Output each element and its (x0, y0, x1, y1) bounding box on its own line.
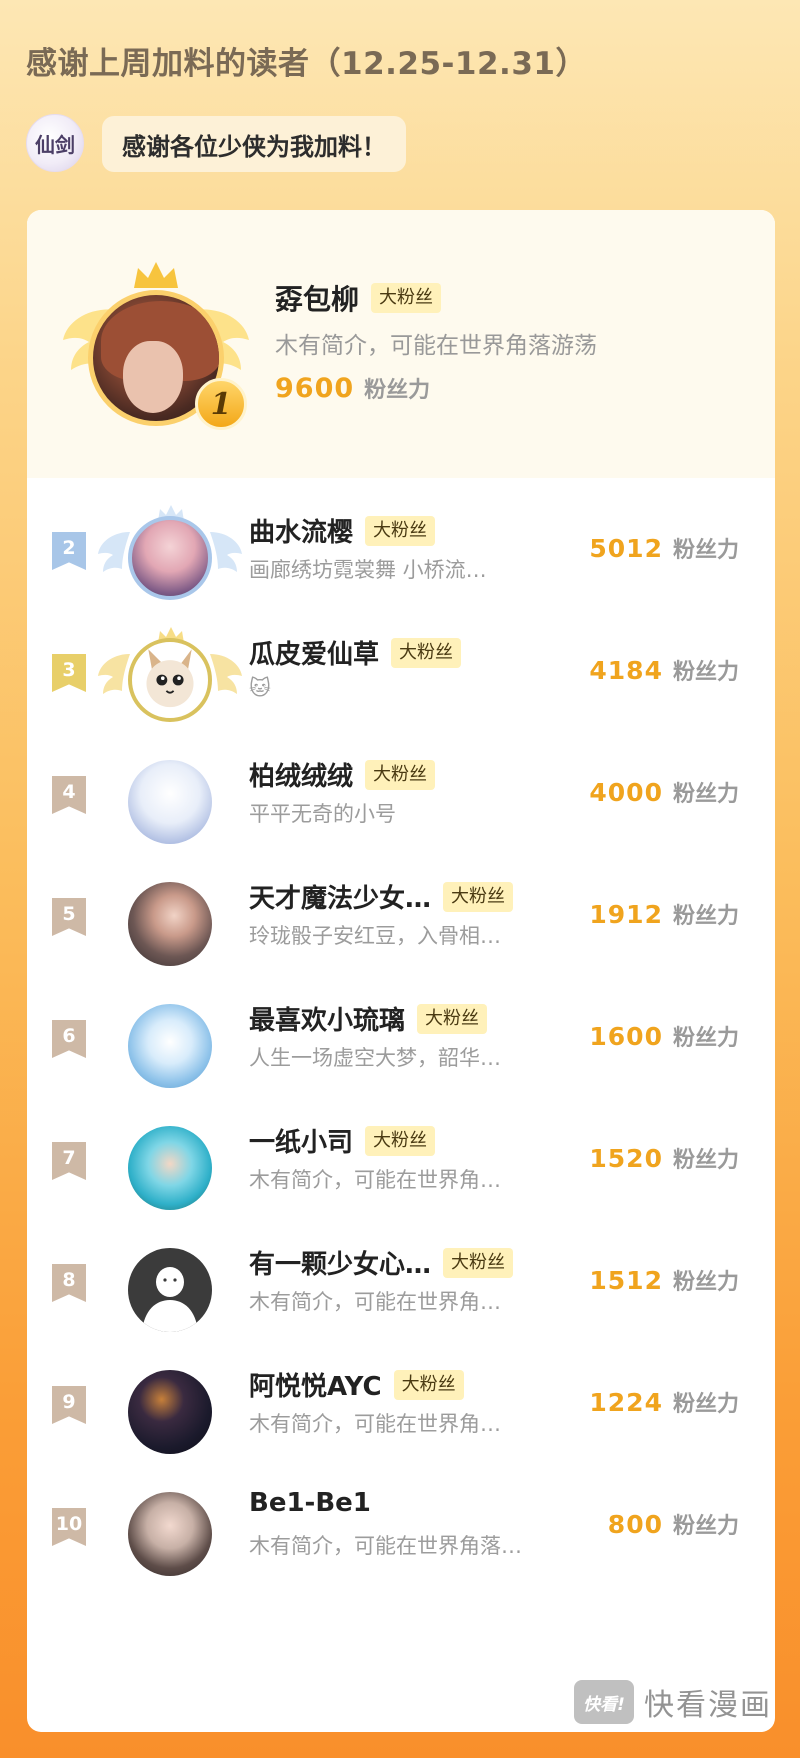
reader-score: 1512 (589, 1266, 663, 1295)
avatar[interactable] (128, 1248, 212, 1332)
greeting-row: 仙剑 感谢各位少侠为我加料！ (26, 112, 486, 172)
fan-level-badge: 大粉丝 (371, 283, 442, 313)
reader-bio: 🐱 (249, 676, 271, 700)
list-item-rank-7[interactable]: 7 一纸小司 大粉丝 木有简介，可能在世界角… 1520 粉丝力 (27, 1102, 775, 1224)
avatar[interactable] (128, 1492, 212, 1576)
right-wing-icon (210, 532, 242, 572)
left-wing-icon (98, 654, 130, 694)
top-reader-bio: 木有简介，可能在世界角落游荡 (275, 333, 597, 359)
rank-1-badge: 1 (195, 378, 247, 430)
crown-icon (134, 262, 178, 288)
avatar[interactable] (128, 882, 212, 966)
reader-score: 1520 (589, 1144, 663, 1173)
cat-avatar-icon (146, 649, 194, 708)
avatar[interactable] (128, 638, 212, 722)
reader-name[interactable]: 最喜欢小琉璃 (249, 1000, 405, 1037)
reader-bio: 画廊绣坊霓裳舞 小桥流… (249, 558, 487, 582)
rank-flag: 7 (52, 1142, 86, 1180)
top-reader-name[interactable]: 孬包柳 (275, 278, 359, 318)
reader-score: 1224 (589, 1388, 663, 1417)
avatar[interactable] (128, 1370, 212, 1454)
fan-level-badge: 大粉丝 (443, 881, 514, 912)
score-unit: 粉丝力 (672, 660, 739, 685)
reader-score: 5012 (589, 534, 663, 563)
reader-name[interactable]: 天才魔法少女… (249, 878, 431, 915)
reader-score: 1600 (589, 1022, 663, 1051)
list-item-rank-5[interactable]: 5 天才魔法少女… 大粉丝 玲珑骰子安红豆，入骨相… 1912 粉丝力 (27, 858, 775, 980)
reader-bio: 木有简介，可能在世界角落… (249, 1534, 522, 1558)
reader-name[interactable]: 一纸小司 (249, 1122, 353, 1159)
default-user-icon (142, 1267, 198, 1332)
list-item-rank-2[interactable]: 2 曲水流樱 大粉丝 画廊绣坊霓裳舞 小桥流… 5012 粉丝力 (27, 492, 775, 614)
score-unit: 粉丝力 (672, 1514, 739, 1539)
reader-name[interactable]: 柏绒绒绒 (249, 756, 353, 793)
fan-level-badge: 大粉丝 (393, 1369, 464, 1400)
fan-level-badge: 大粉丝 (417, 1003, 488, 1034)
author-logo[interactable]: 仙剑 (26, 114, 84, 172)
watermark: 快看! 快看漫画 (574, 1680, 772, 1724)
score-unit: 粉丝力 (364, 378, 431, 403)
score-unit: 粉丝力 (672, 1026, 739, 1051)
reader-score: 4184 (589, 656, 663, 685)
right-wing-icon (210, 654, 242, 694)
rank-flag: 4 (52, 776, 86, 814)
reader-score: 800 (607, 1510, 663, 1539)
list-item-rank-10[interactable]: 10 Be1-Be1 木有简介，可能在世界角落… 800 粉丝力 (27, 1468, 775, 1590)
rank-flag: 2 (52, 532, 86, 570)
list-item-rank-6[interactable]: 6 最喜欢小琉璃 大粉丝 人生一场虚空大梦，韶华… 1600 粉丝力 (27, 980, 775, 1102)
rank-flag: 6 (52, 1020, 86, 1058)
score-unit: 粉丝力 (672, 1270, 739, 1295)
left-wing-icon (98, 532, 130, 572)
fan-level-badge: 大粉丝 (391, 637, 462, 668)
score-unit: 粉丝力 (672, 782, 739, 807)
score-unit: 粉丝力 (672, 1148, 739, 1173)
score-unit: 粉丝力 (672, 538, 739, 563)
list-item-rank-3[interactable]: 3 瓜皮爱仙草 大粉丝 🐱 4184 粉丝力 (27, 614, 775, 736)
list-item-rank-8[interactable]: 8 有一颗少女心… 大粉丝 木有简介，可能在世界角… 1512 粉丝力 (27, 1224, 775, 1346)
reader-score: 4000 (589, 778, 663, 807)
avatar[interactable] (128, 1004, 212, 1088)
avatar[interactable] (128, 760, 212, 844)
leaderboard-card: 1 孬包柳 大粉丝 木有简介，可能在世界角落游荡 9600 粉丝力 2 曲水流樱… (27, 210, 775, 1732)
reader-bio: 木有简介，可能在世界角… (249, 1168, 501, 1192)
reader-name[interactable]: 有一颗少女心… (249, 1244, 431, 1281)
reader-bio: 木有简介，可能在世界角… (249, 1412, 501, 1436)
rank-flag: 10 (52, 1508, 86, 1546)
reader-name[interactable]: 曲水流樱 (249, 512, 353, 549)
score-unit: 粉丝力 (672, 904, 739, 929)
avatar[interactable] (128, 516, 212, 600)
top-reader-section[interactable]: 1 孬包柳 大粉丝 木有简介，可能在世界角落游荡 9600 粉丝力 (27, 210, 775, 478)
fan-level-badge: 大粉丝 (365, 515, 436, 546)
reader-bio: 木有简介，可能在世界角… (249, 1290, 501, 1314)
top-reader-score: 9600 (275, 373, 355, 404)
list-item-rank-4[interactable]: 4 柏绒绒绒 大粉丝 平平无奇的小号 4000 粉丝力 (27, 736, 775, 858)
greeting-bubble: 感谢各位少侠为我加料！ (102, 116, 406, 172)
reader-name[interactable]: 阿悦悦AYC (249, 1366, 382, 1403)
watermark-logo: 快看! (574, 1680, 634, 1724)
rank-flag: 8 (52, 1264, 86, 1302)
score-unit: 粉丝力 (672, 1392, 739, 1417)
fan-level-badge: 大粉丝 (365, 759, 436, 790)
reader-bio: 人生一场虚空大梦，韶华… (249, 1046, 501, 1070)
fan-level-badge: 大粉丝 (365, 1125, 436, 1156)
top-reader-avatar-frame: 1 (61, 260, 251, 430)
rank-flag: 3 (52, 654, 86, 692)
rank-flag: 5 (52, 898, 86, 936)
reader-score: 1912 (589, 900, 663, 929)
reader-bio: 平平无奇的小号 (249, 802, 396, 826)
rank-flag: 9 (52, 1386, 86, 1424)
avatar[interactable] (128, 1126, 212, 1210)
fan-level-badge: 大粉丝 (443, 1247, 514, 1278)
list-item-rank-9[interactable]: 9 阿悦悦AYC 大粉丝 木有简介，可能在世界角… 1224 粉丝力 (27, 1346, 775, 1468)
reader-bio: 玲珑骰子安红豆，入骨相… (249, 924, 501, 948)
page-title: 感谢上周加料的读者（12.25-12.31） (26, 46, 587, 82)
reader-name[interactable]: 瓜皮爱仙草 (249, 634, 379, 671)
reader-name[interactable]: Be1-Be1 (249, 1488, 371, 1518)
watermark-text: 快看漫画 (644, 1688, 772, 1723)
